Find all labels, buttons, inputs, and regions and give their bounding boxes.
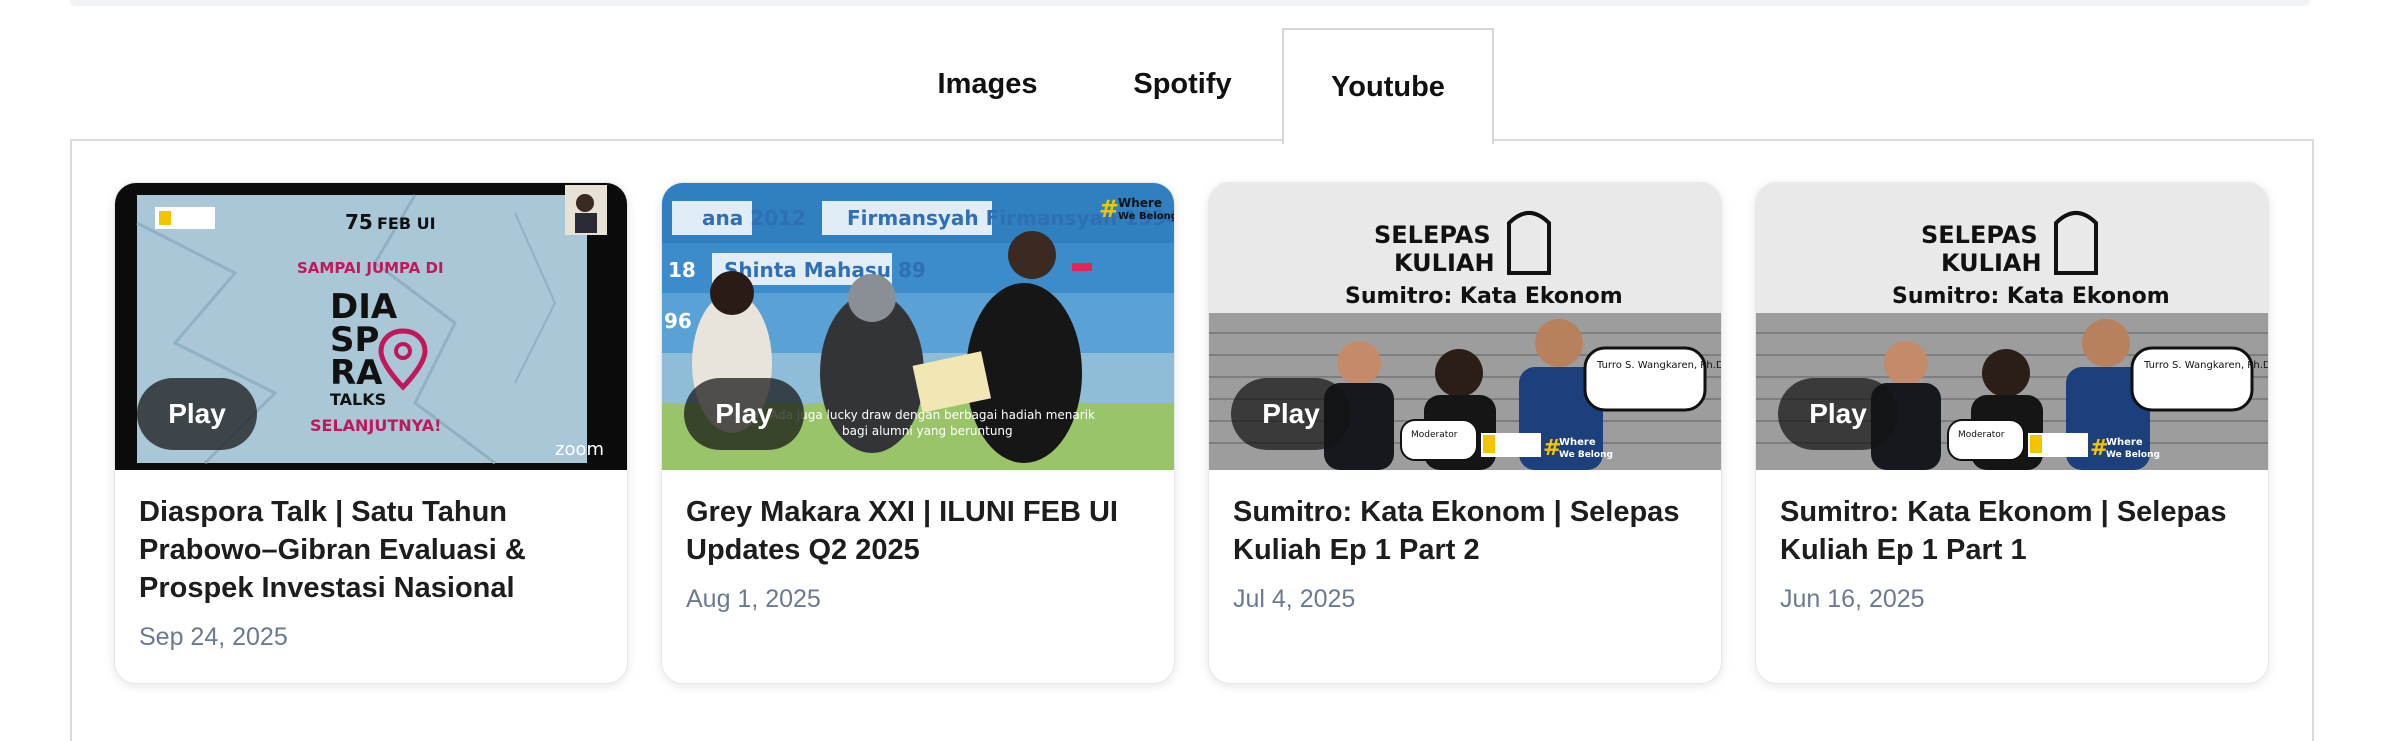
svg-text:Moderator: Moderator xyxy=(1411,430,1458,440)
svg-text:Turro S. Wangkaren, Ph.D: Turro S. Wangkaren, Ph.D xyxy=(1596,360,1721,371)
svg-text:We Belong: We Belong xyxy=(1118,211,1174,222)
video-title[interactable]: Grey Makara XXI | ILUNI FEB UI Updates Q… xyxy=(686,493,1156,569)
video-title[interactable]: Sumitro: Kata Ekonom | Selepas Kuliah Ep… xyxy=(1233,493,1703,569)
svg-text:FEB UI: FEB UI xyxy=(377,214,436,233)
svg-text:Where: Where xyxy=(1559,437,1596,448)
video-title[interactable]: Diaspora Talk | Satu Tahun Prabowo–Gibra… xyxy=(139,493,609,607)
video-card[interactable]: SELEPAS KULIAH Sumitro: Kata Ekonom Turr… xyxy=(1755,182,2269,684)
svg-text:Turro S. Wangkaren, Ph.D: Turro S. Wangkaren, Ph.D xyxy=(2143,360,2268,371)
svg-text:KULIAH: KULIAH xyxy=(1941,249,2042,277)
video-thumbnail[interactable]: SELEPAS KULIAH Sumitro: Kata Ekonom Turr… xyxy=(1756,183,2268,470)
play-button[interactable]: Play xyxy=(137,378,257,450)
svg-text:SELANJUTNYA!: SELANJUTNYA! xyxy=(310,416,441,435)
svg-text:Sumitro: Kata Ekonom: Sumitro: Kata Ekonom xyxy=(1345,284,1623,309)
svg-text:TALKS: TALKS xyxy=(330,390,386,409)
svg-text:Sumitro: Kata Ekonom: Sumitro: Kata Ekonom xyxy=(1892,284,2170,309)
top-strip xyxy=(70,0,2310,6)
video-date: Jun 16, 2025 xyxy=(1780,585,1925,613)
svg-text:Shinta Mahasu 89: Shinta Mahasu 89 xyxy=(724,258,926,282)
svg-text:Where: Where xyxy=(2106,437,2143,448)
svg-text:We Belong: We Belong xyxy=(1559,450,1613,460)
svg-text:SELEPAS: SELEPAS xyxy=(1374,221,1491,249)
play-button[interactable]: Play xyxy=(1231,378,1351,450)
video-card[interactable]: ana 2012 Firmansyah Firmansyah 1994 Shin… xyxy=(661,182,1175,684)
svg-text:We Belong: We Belong xyxy=(2106,450,2160,460)
svg-text:SAMPAI JUMPA DI: SAMPAI JUMPA DI xyxy=(297,259,444,277)
video-thumbnail[interactable]: ana 2012 Firmansyah Firmansyah 1994 Shin… xyxy=(662,183,1174,470)
svg-text:Where: Where xyxy=(1118,196,1162,210)
video-thumbnail[interactable]: SELEPAS KULIAH Sumitro: Kata Ekonom Turr… xyxy=(1209,183,1721,470)
play-button[interactable]: Play xyxy=(1778,378,1898,450)
svg-text:Moderator: Moderator xyxy=(1958,430,2005,440)
video-title[interactable]: Sumitro: Kata Ekonom | Selepas Kuliah Ep… xyxy=(1780,493,2250,569)
tab-youtube[interactable]: Youtube xyxy=(1282,28,1494,144)
tab-images[interactable]: Images xyxy=(900,28,1075,140)
media-tabs: Images Spotify Youtube xyxy=(0,28,2392,144)
svg-text:bagi alumni yang beruntung: bagi alumni yang beruntung xyxy=(842,424,1013,438)
svg-text:KULIAH: KULIAH xyxy=(1394,249,1495,277)
svg-text:zoom: zoom xyxy=(555,439,604,460)
svg-text:75: 75 xyxy=(345,210,373,234)
video-thumbnail[interactable]: 75 FEB UI SAMPAI JUMPA DI DIA SP RA TALK… xyxy=(115,183,627,470)
svg-text:96: 96 xyxy=(664,309,692,333)
svg-text:RA: RA xyxy=(330,353,383,393)
svg-text:SELEPAS: SELEPAS xyxy=(1921,221,2038,249)
svg-text:18: 18 xyxy=(668,258,696,282)
video-date: Jul 4, 2025 xyxy=(1233,585,1356,613)
video-date: Sep 24, 2025 xyxy=(139,623,288,651)
svg-text:ana 2012: ana 2012 xyxy=(702,206,806,230)
video-date: Aug 1, 2025 xyxy=(686,585,821,613)
svg-text:Ada juga lucky draw dengan ber: Ada juga lucky draw dengan berbagai hadi… xyxy=(770,408,1095,422)
video-card[interactable]: 75 FEB UI SAMPAI JUMPA DI DIA SP RA TALK… xyxy=(114,182,628,684)
video-card[interactable]: SELEPAS KULIAH Sumitro: Kata Ekonom Turr… xyxy=(1208,182,1722,684)
svg-text:#: # xyxy=(1099,195,1119,223)
play-button[interactable]: Play xyxy=(684,378,804,450)
tab-spotify[interactable]: Spotify xyxy=(1095,28,1270,140)
